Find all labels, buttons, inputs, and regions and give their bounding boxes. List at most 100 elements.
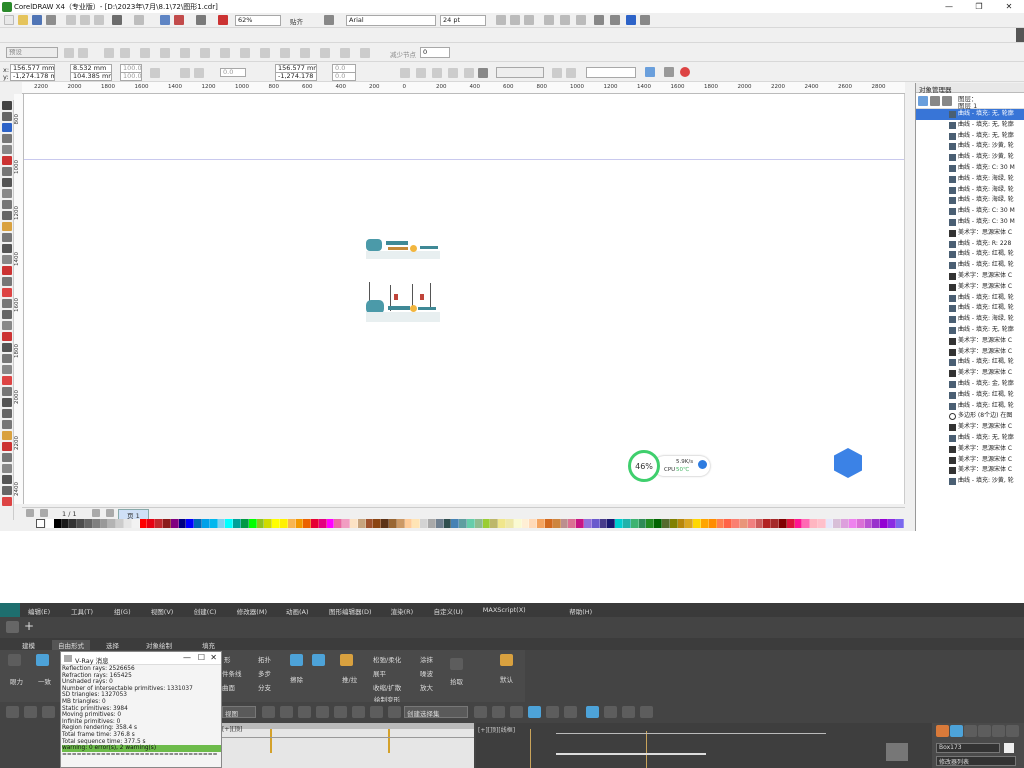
- scale-y-field[interactable]: 100.0: [120, 72, 142, 81]
- object-row[interactable]: 美术字：思源宋体 C: [916, 271, 1024, 282]
- palette-swatch[interactable]: [677, 519, 686, 528]
- palette-swatch[interactable]: [591, 519, 600, 528]
- toolbox-tool-icon[interactable]: [2, 420, 12, 429]
- vray-maximize-button[interactable]: ☐: [198, 653, 205, 662]
- ungroup-icon[interactable]: [416, 68, 426, 78]
- palette-swatch[interactable]: [771, 519, 779, 528]
- object-row[interactable]: 曲线 - 填充: 无, 轮廓: [916, 109, 1024, 120]
- ribbon-g1-item-3[interactable]: 曲面: [222, 682, 235, 692]
- pick-icon[interactable]: [450, 658, 463, 670]
- align-distribute-icon[interactable]: [478, 68, 488, 78]
- paste-icon[interactable]: [94, 15, 104, 25]
- palette-swatch[interactable]: [420, 519, 429, 528]
- node-icon-10[interactable]: [280, 48, 290, 58]
- palette-swatch[interactable]: [311, 519, 319, 528]
- ribbon-tab[interactable]: 填充: [202, 640, 215, 650]
- palette-swatch[interactable]: [786, 519, 795, 528]
- palette-swatch[interactable]: [451, 519, 460, 528]
- y-position-field[interactable]: -1,274.178 mm: [10, 72, 55, 81]
- object-row[interactable]: 曲线 - 填充: 红褐, 轮: [916, 249, 1024, 260]
- modify-tab-icon[interactable]: [950, 725, 963, 737]
- remove-preset-icon[interactable]: [78, 48, 88, 58]
- redo-icon[interactable]: [134, 15, 144, 25]
- move-icon[interactable]: [280, 706, 293, 718]
- palette-swatch[interactable]: [794, 519, 803, 528]
- viewport-2-label[interactable]: [+][顶][线框]: [478, 725, 515, 734]
- spinner-snap-icon[interactable]: [370, 706, 383, 718]
- vertical-text-icon[interactable]: [640, 15, 650, 25]
- object-row[interactable]: 曲线 - 填充: 沙黄, 轮: [916, 476, 1024, 487]
- toolbox-tool-icon[interactable]: [2, 167, 12, 176]
- toolbox-tool-icon[interactable]: [2, 310, 12, 319]
- display-tab-icon[interactable]: [992, 725, 1005, 737]
- object-row[interactable]: 美术字：思源宋体 C: [916, 422, 1024, 433]
- edit-text-icon[interactable]: [594, 15, 604, 25]
- palette-swatch[interactable]: [661, 519, 670, 528]
- palette-swatch[interactable]: [77, 519, 85, 528]
- rotate-center-y-field[interactable]: 0.0: [332, 72, 356, 81]
- flatten-label[interactable]: 展平: [373, 668, 386, 678]
- new-document-icon[interactable]: [4, 15, 14, 25]
- object-row[interactable]: 曲线 - 填充: C: 30 M: [916, 206, 1024, 217]
- next-page-icon[interactable]: [92, 509, 100, 517]
- palette-swatch[interactable]: [778, 519, 787, 528]
- palette-swatch[interactable]: [583, 519, 592, 528]
- palette-swatch[interactable]: [256, 519, 265, 528]
- palette-swatch[interactable]: [521, 519, 530, 528]
- palette-swatch[interactable]: [615, 519, 623, 528]
- object-row[interactable]: 美术字：思源宋体 C: [916, 368, 1024, 379]
- style-field[interactable]: [586, 67, 636, 78]
- max-menu-item[interactable]: 渲染(R): [391, 606, 414, 616]
- object-row[interactable]: 曲线 - 填充: 海绿, 轮: [916, 314, 1024, 325]
- object-row[interactable]: 美术字：思源宋体 C: [916, 228, 1024, 239]
- palette-swatch[interactable]: [404, 519, 413, 528]
- smudge-label[interactable]: 涂抹: [420, 654, 433, 664]
- utilities-tab-icon[interactable]: [1006, 725, 1019, 737]
- unlink-icon[interactable]: [24, 706, 37, 718]
- max-app-icon[interactable]: [0, 603, 20, 617]
- palette-swatch[interactable]: [552, 519, 561, 528]
- minimize-button[interactable]: —: [934, 0, 964, 13]
- modifier-list-dropdown[interactable]: 修改器列表: [936, 756, 1016, 766]
- palette-swatch[interactable]: [856, 519, 865, 528]
- object-color-swatch[interactable]: [1004, 743, 1014, 753]
- palette-swatch[interactable]: [428, 519, 436, 528]
- palette-swatch[interactable]: [474, 519, 483, 528]
- palette-swatch[interactable]: [443, 519, 452, 528]
- link-icon[interactable]: [6, 706, 19, 718]
- palette-swatch[interactable]: [264, 519, 273, 528]
- viewport-top[interactable]: [222, 723, 474, 768]
- palette-swatch[interactable]: [880, 519, 889, 528]
- node-icon-5[interactable]: [180, 48, 190, 58]
- guideline[interactable]: [24, 159, 905, 160]
- toolbox-tool-icon[interactable]: [2, 497, 12, 506]
- ribbon-tool-icon-1[interactable]: [8, 654, 21, 666]
- height-field[interactable]: 104.385 mm: [70, 72, 112, 81]
- print-icon[interactable]: [46, 15, 56, 25]
- palette-swatch[interactable]: [435, 519, 444, 528]
- object-row[interactable]: 曲线 - 填充: C: 30 M: [916, 163, 1024, 174]
- palette-swatch[interactable]: [272, 519, 280, 528]
- max-menu-item[interactable]: 编辑(E): [28, 606, 50, 616]
- palette-swatch[interactable]: [350, 519, 358, 528]
- object-row[interactable]: 美术字：思源宋体 C: [916, 336, 1024, 347]
- bird-logo-icon[interactable]: [834, 448, 862, 478]
- palette-swatch[interactable]: [373, 519, 382, 528]
- palette-swatch[interactable]: [248, 519, 257, 528]
- node-icon-12[interactable]: [320, 48, 330, 58]
- palette-swatch[interactable]: [108, 519, 117, 528]
- hand-tool-icon[interactable]: [645, 67, 655, 77]
- palette-swatch[interactable]: [833, 519, 842, 528]
- palette-swatch[interactable]: [326, 519, 335, 528]
- palette-swatch[interactable]: [389, 519, 397, 528]
- break-apart-icon[interactable]: [448, 68, 458, 78]
- palette-swatch[interactable]: [482, 519, 491, 528]
- palette-swatch[interactable]: [147, 519, 156, 528]
- palette-swatch[interactable]: [459, 519, 468, 528]
- font-list-field[interactable]: Arial: [346, 15, 436, 26]
- toolbox-tool-icon[interactable]: [2, 442, 12, 451]
- material-editor-icon[interactable]: [586, 706, 599, 718]
- node-icon-2[interactable]: [120, 48, 130, 58]
- no-color-swatch[interactable]: [36, 519, 45, 528]
- palette-swatch[interactable]: [69, 519, 78, 528]
